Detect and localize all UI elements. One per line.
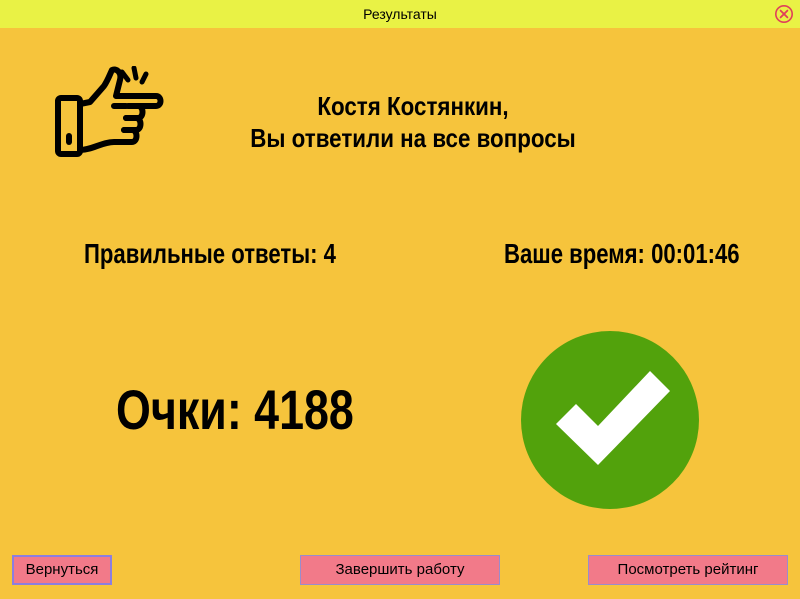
view-rating-button[interactable]: Посмотреть рейтинг <box>588 555 788 585</box>
time-label: Ваше время: 00:01:46 <box>504 238 740 269</box>
back-button[interactable]: Вернуться <box>12 555 112 585</box>
close-button[interactable] <box>774 4 794 24</box>
finish-button[interactable]: Завершить работу <box>300 555 500 585</box>
status-line: Вы ответили на все вопросы <box>250 123 576 153</box>
user-name-line: Костя Костянкин, <box>317 91 509 121</box>
close-circle-icon[interactable] <box>774 4 794 24</box>
result-message: Костя Костянкин, Вы ответили на все вопр… <box>213 90 614 154</box>
score-label: Очки: 4188 <box>116 378 354 441</box>
window-title: Результаты <box>363 6 437 22</box>
thumbs-up-pointing-icon <box>55 66 164 157</box>
correct-answers-label: Правильные ответы: 4 <box>84 238 336 269</box>
checkmark-circle-icon <box>521 331 699 509</box>
